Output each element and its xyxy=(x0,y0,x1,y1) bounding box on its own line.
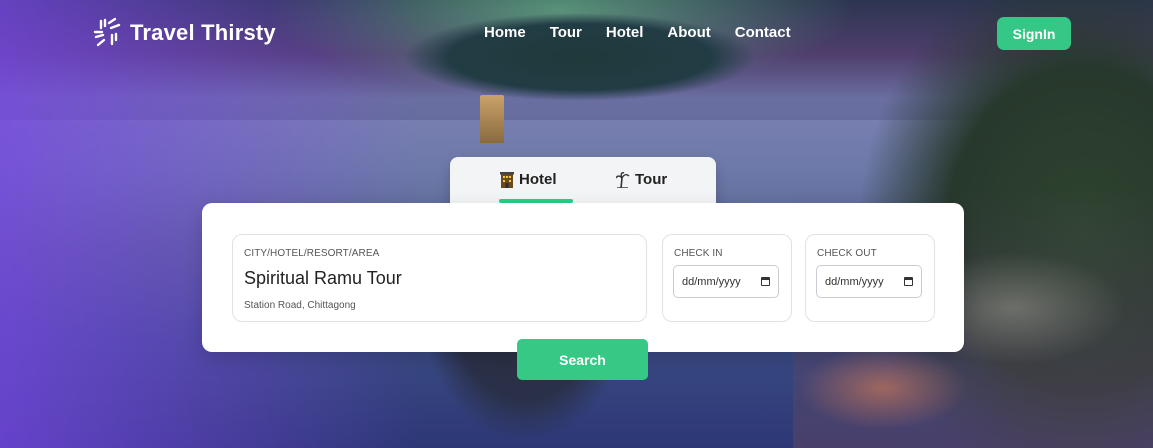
check-out-date-input[interactable]: dd/mm/yyyy xyxy=(816,265,922,298)
nav-link-tour[interactable]: Tour xyxy=(550,24,582,41)
check-out-placeholder: dd/mm/yyyy xyxy=(825,275,884,288)
search-button[interactable]: Search xyxy=(517,339,648,380)
check-in-placeholder: dd/mm/yyyy xyxy=(682,275,741,288)
hotel-building-icon xyxy=(500,171,514,188)
brand[interactable]: Travel Thirsty xyxy=(92,17,276,49)
calendar-icon[interactable] xyxy=(904,277,913,286)
location-value: Spiritual Ramu Tour xyxy=(244,268,402,288)
tab-hotel[interactable]: Hotel xyxy=(500,171,557,188)
nav-link-hotel[interactable]: Hotel xyxy=(606,24,644,41)
signin-button[interactable]: SignIn xyxy=(997,17,1071,50)
location-address: Station Road, Chittagong xyxy=(244,300,356,311)
check-out-field: CHECK OUT dd/mm/yyyy xyxy=(805,234,935,322)
tab-hotel-label: Hotel xyxy=(519,171,557,188)
main-menu: Home Tour Hotel About Contact xyxy=(484,24,791,41)
nav-link-about[interactable]: About xyxy=(667,24,710,41)
location-label: CITY/HOTEL/RESORT/AREA xyxy=(244,248,380,259)
palm-tree-icon xyxy=(616,171,630,188)
nav-link-home[interactable]: Home xyxy=(484,24,526,41)
top-navbar: Travel Thirsty Home Tour Hotel About Con… xyxy=(0,0,1153,70)
location-field[interactable]: CITY/HOTEL/RESORT/AREA Spiritual Ramu To… xyxy=(232,234,647,322)
tab-tour-label: Tour xyxy=(635,171,668,188)
tab-tour[interactable]: Tour xyxy=(616,171,667,188)
nav-link-contact[interactable]: Contact xyxy=(735,24,791,41)
hero-background: Travel Thirsty Home Tour Hotel About Con… xyxy=(0,0,1153,448)
check-in-date-input[interactable]: dd/mm/yyyy xyxy=(673,265,779,298)
search-card: CITY/HOTEL/RESORT/AREA Spiritual Ramu To… xyxy=(202,203,964,352)
check-in-label: CHECK IN xyxy=(674,248,723,259)
check-in-field: CHECK IN dd/mm/yyyy xyxy=(662,234,792,322)
brand-logo-icon xyxy=(93,17,121,47)
brand-name: Travel Thirsty xyxy=(130,20,276,45)
check-out-label: CHECK OUT xyxy=(817,248,877,259)
castle-tower xyxy=(480,95,504,143)
calendar-icon[interactable] xyxy=(761,277,770,286)
